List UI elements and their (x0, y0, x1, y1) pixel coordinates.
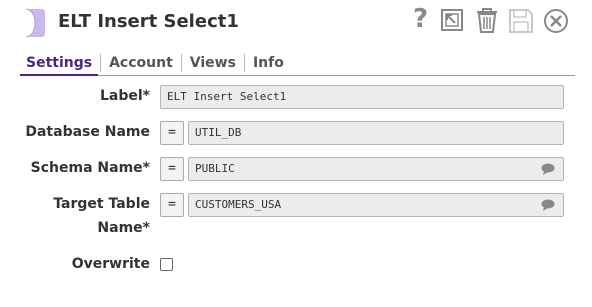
overwrite-label: Overwrite (71, 256, 150, 272)
schema-name-input[interactable]: PUBLIC (188, 157, 564, 181)
tab-settings[interactable]: Settings (20, 52, 98, 74)
database-name-label: Database Name (25, 124, 150, 140)
tab-divider (100, 53, 102, 72)
help-icon[interactable]: ? (413, 4, 428, 34)
tab-bar: Settings Account Views Info (20, 52, 290, 76)
schema-name-label: Schema Name* (30, 160, 150, 176)
schema-name-expression-toggle[interactable]: = (160, 157, 184, 181)
tab-divider (243, 53, 245, 72)
label-field-label: Label* (99, 88, 150, 104)
database-name-expression-toggle[interactable]: = (160, 121, 184, 145)
schema-name-value: PUBLIC (195, 162, 235, 175)
tab-account[interactable]: Account (103, 52, 179, 74)
tab-bar-divider (20, 75, 575, 76)
target-table-name-label: Target Table Name* (53, 196, 150, 236)
database-name-input[interactable]: UTIL_DB (188, 121, 564, 145)
label-input[interactable]: ELT Insert Select1 (160, 85, 564, 109)
active-tab-indicator (20, 74, 98, 76)
snap-type-icon (25, 8, 45, 38)
export-icon[interactable] (440, 7, 466, 37)
suggest-icon[interactable] (541, 199, 555, 211)
trash-icon[interactable] (474, 7, 500, 37)
save-icon[interactable] (508, 7, 534, 37)
snap-settings-dialog: ELT Insert Select1 ? Settings Account Vi… (0, 0, 592, 307)
tab-info[interactable]: Info (247, 52, 290, 74)
tab-views[interactable]: Views (184, 52, 242, 74)
close-icon[interactable] (542, 7, 568, 37)
tab-divider (180, 53, 182, 72)
target-table-name-input[interactable]: CUSTOMERS_USA (188, 193, 564, 217)
target-table-name-expression-toggle[interactable]: = (160, 193, 184, 217)
suggest-icon[interactable] (541, 163, 555, 175)
target-table-name-value: CUSTOMERS_USA (195, 198, 282, 211)
overwrite-checkbox[interactable] (160, 258, 173, 271)
dialog-title: ELT Insert Select1 (58, 11, 239, 32)
